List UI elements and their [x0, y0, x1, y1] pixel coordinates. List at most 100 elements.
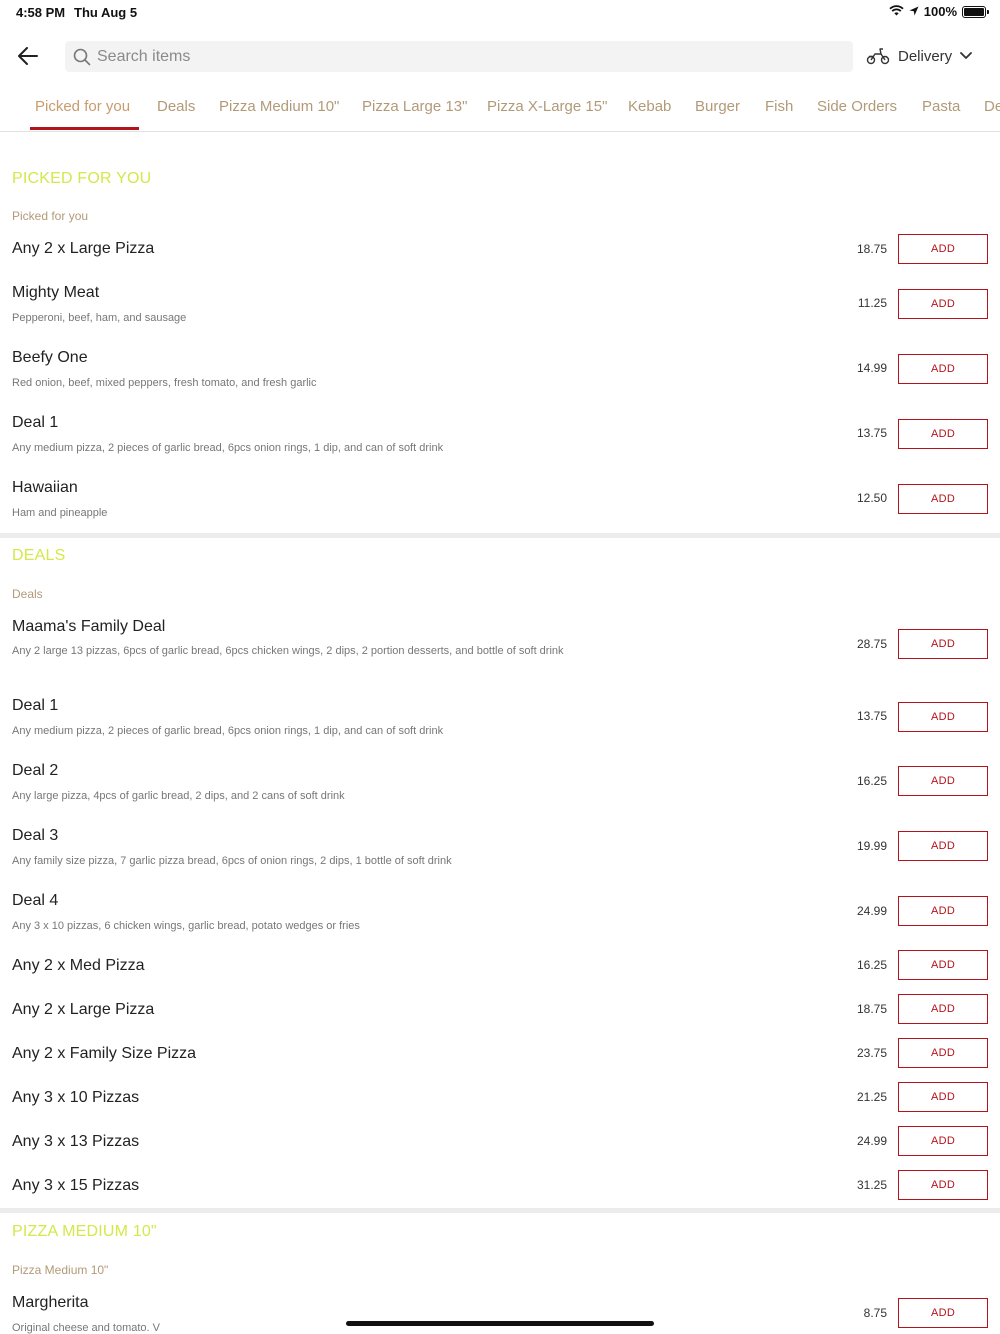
delivery-selector[interactable]: Delivery [866, 43, 973, 69]
item-description: Any 3 x 10 pizzas, 6 chicken wings, garl… [12, 920, 360, 932]
section-subtitle: Picked for you [12, 209, 89, 223]
add-button[interactable]: ADD [898, 994, 988, 1024]
item-price: 13.75 [856, 426, 887, 440]
item-price: 12.50 [856, 491, 887, 505]
section-subtitle: Deals [12, 587, 43, 601]
search-icon [73, 48, 91, 65]
item-description: Any medium pizza, 2 pieces of garlic bre… [12, 442, 444, 454]
section-title: PIZZA MEDIUM 10" [12, 1223, 157, 1240]
item-description: Any 2 large 13 pizzas, 6pcs of garlic br… [12, 645, 564, 657]
item-name: Deal 4 [12, 892, 59, 909]
add-button[interactable]: ADD [898, 831, 988, 861]
add-button[interactable]: ADD [898, 1126, 988, 1156]
scooter-icon [866, 48, 890, 65]
item-price: 31.25 [856, 1178, 887, 1192]
add-button[interactable]: ADD [898, 234, 988, 264]
tab-side-orders[interactable]: Side Orders [817, 98, 897, 115]
tab-burger[interactable]: Burger [695, 98, 740, 115]
tab-pizza-medium-10[interactable]: Pizza Medium 10" [219, 98, 339, 115]
item-price: 13.75 [856, 709, 887, 723]
search-input[interactable] [97, 47, 797, 66]
tab-pasta[interactable]: Pasta [922, 98, 960, 115]
battery-fill [964, 7, 984, 16]
add-button[interactable]: ADD [898, 484, 988, 514]
add-button[interactable]: ADD [898, 419, 988, 449]
item-name: Any 3 x 15 Pizzas [12, 1177, 140, 1194]
item-name: Any 2 x Family Size Pizza [12, 1045, 197, 1062]
tab-fish[interactable]: Fish [765, 98, 793, 115]
battery-percent: 100% [923, 4, 957, 19]
item-price: 18.75 [856, 1002, 887, 1016]
item-name: Any 3 x 13 Pizzas [12, 1133, 140, 1150]
add-button[interactable]: ADD [898, 1038, 988, 1068]
item-price: 19.99 [856, 839, 887, 853]
menu-content: PICKED FOR YOU Picked for you Any 2 x Larg… [0, 132, 1000, 1334]
section-title: DEALS [12, 547, 66, 564]
header: Delivery [0, 36, 1000, 76]
tab-pizza-x-large-15[interactable]: Pizza X-Large 15" [487, 98, 607, 115]
item-name: Margherita [12, 1294, 89, 1311]
item-name: Deal 3 [12, 827, 59, 844]
item-price: 18.75 [856, 242, 887, 256]
item-price: 24.99 [856, 904, 887, 918]
search-bar[interactable] [65, 41, 853, 72]
add-button[interactable]: ADD [898, 1170, 988, 1200]
item-description: Any family size pizza, 7 garlic pizza br… [12, 855, 452, 867]
status-time: 4:58 PM [16, 5, 66, 20]
item-price: 8.75 [863, 1306, 887, 1320]
tab-de[interactable]: De [984, 98, 1000, 115]
add-button[interactable]: ADD [898, 354, 988, 384]
section-title: PICKED FOR YOU [12, 170, 152, 187]
battery-icon [962, 5, 989, 18]
item-name: Any 2 x Large Pizza [12, 240, 155, 257]
add-button[interactable]: ADD [898, 896, 988, 926]
section-divider [0, 1208, 1000, 1213]
tab-deals[interactable]: Deals [157, 98, 195, 115]
item-price: 24.99 [856, 1134, 887, 1148]
item-description: Ham and pineapple [12, 507, 108, 519]
add-button[interactable]: ADD [898, 1298, 988, 1328]
add-button[interactable]: ADD [898, 629, 988, 659]
item-price: 28.75 [856, 637, 887, 651]
item-name: Beefy One [12, 349, 88, 366]
item-name: Hawaiian [12, 479, 78, 496]
item-price: 23.75 [856, 1046, 887, 1060]
add-button[interactable]: ADD [898, 1082, 988, 1112]
item-name: Deal 1 [12, 414, 59, 431]
tab-pizza-large-13[interactable]: Pizza Large 13" [362, 98, 467, 115]
status-right: 100% [889, 4, 989, 19]
add-button[interactable]: ADD [898, 702, 988, 732]
item-name: Any 2 x Med Pizza [12, 957, 145, 974]
item-price: 14.99 [856, 361, 887, 375]
active-tab-indicator [30, 127, 139, 130]
home-indicator [346, 1321, 654, 1326]
wifi-icon [889, 4, 904, 19]
item-name: Any 2 x Large Pizza [12, 1001, 155, 1018]
tab-kebab[interactable]: Kebab [628, 98, 671, 115]
item-price: 16.25 [856, 774, 887, 788]
section-divider [0, 533, 1000, 538]
item-name: Deal 2 [12, 762, 59, 779]
back-arrow-icon [18, 47, 38, 65]
add-button[interactable]: ADD [898, 766, 988, 796]
item-description: Pepperoni, beef, ham, and sausage [12, 312, 187, 324]
delivery-label: Delivery [898, 47, 953, 65]
item-price: 11.25 [857, 296, 887, 310]
item-name: Any 3 x 10 Pizzas [12, 1089, 140, 1106]
item-price: 21.25 [856, 1090, 887, 1104]
back-button[interactable] [14, 42, 42, 70]
item-description: Any medium pizza, 2 pieces of garlic bre… [12, 725, 444, 737]
item-price: 16.25 [856, 958, 887, 972]
item-name: Maama's Family Deal [12, 618, 166, 635]
item-description: Red onion, beef, mixed peppers, fresh to… [12, 377, 317, 389]
status-bar: 4:58 PM Thu Aug 5 100% [0, 0, 1000, 24]
category-tabs: Picked for you Deals Pizza Medium 10" Pizza… [0, 86, 1000, 132]
chevron-down-icon [960, 52, 973, 59]
add-button[interactable]: ADD [898, 289, 988, 319]
item-name: Deal 1 [12, 697, 59, 714]
tab-picked-for-you[interactable]: Picked for you [35, 98, 130, 115]
add-button[interactable]: ADD [898, 950, 988, 980]
item-name: Mighty Meat [12, 284, 100, 301]
location-arrow-icon [909, 4, 919, 19]
section-subtitle: Pizza Medium 10" [12, 1263, 109, 1277]
